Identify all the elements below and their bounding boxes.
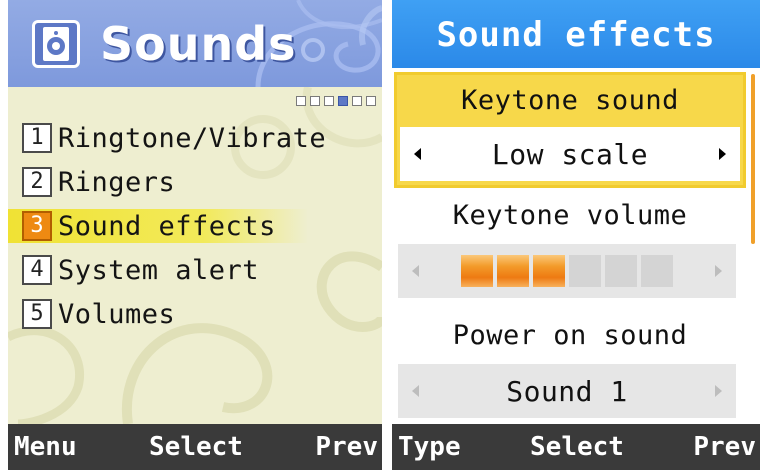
type-softkey[interactable]: Type [398,432,461,462]
setting-label: Keytone sound [461,85,679,116]
keytone-sound-setting[interactable]: Keytone sound Low scale [394,72,746,188]
page-dot [324,96,334,106]
page-dot [366,96,376,106]
arrow-left-icon[interactable] [414,148,421,160]
menu-item-label: Sound effects [58,210,276,242]
menu-item-volumes[interactable]: 5 Volumes [20,292,382,336]
keytone-volume-slider[interactable] [398,244,736,298]
menu-item-system-alert[interactable]: 4 System alert [20,248,382,292]
menu-item-number: 2 [22,167,52,197]
page-dot-active [338,96,348,106]
volume-level-bar [461,255,673,287]
volume-segment-empty [641,255,673,287]
page-dot [352,96,362,106]
prev-softkey[interactable]: Prev [315,432,378,462]
phone-screens: Sounds 1 Ringtone/Vibrate 2 Ringers 3 So… [0,0,760,470]
sound-effects-screen: Sound effects Keytone sound Low scale Ke… [392,0,760,470]
volume-segment-empty [605,255,637,287]
arrow-right-icon[interactable] [715,265,722,277]
menu-item-number: 3 [22,211,52,241]
setting-label: Power on sound [452,320,688,351]
setting-value: Low scale [491,137,649,171]
menu-item-sound-effects[interactable]: 3 Sound effects [8,204,382,248]
select-softkey[interactable]: Select [530,432,624,462]
menu-item-number: 5 [22,299,52,329]
keytone-sound-selector[interactable]: Low scale [400,127,740,181]
menu-item-ringtone-vibrate[interactable]: 1 Ringtone/Vibrate [20,116,382,160]
menu-item-label: Ringtone/Vibrate [58,122,327,154]
softkey-bar: Type Select Prev [392,424,760,470]
menu-item-number: 4 [22,255,52,285]
power-on-sound-selector[interactable]: Sound 1 [398,364,736,418]
menu-item-label: Ringers [58,166,176,198]
sounds-menu-list: 1 Ringtone/Vibrate 2 Ringers 3 Sound eff… [8,116,382,336]
scrollbar-thumb[interactable] [751,74,755,244]
page-title: Sounds [100,17,297,71]
menu-item-number: 1 [22,123,52,153]
arrow-right-icon[interactable] [719,148,726,160]
power-on-sound-setting[interactable]: Power on sound Sound 1 [394,312,746,424]
prev-softkey[interactable]: Prev [693,432,756,462]
volume-segment-filled [533,255,565,287]
menu-item-label: Volumes [58,298,176,330]
volume-segment-filled [497,255,529,287]
setting-value: Sound 1 [506,374,628,408]
settings-list: Keytone sound Low scale Keytone volume P… [392,68,760,424]
select-softkey[interactable]: Select [149,432,243,462]
keytone-volume-setting[interactable]: Keytone volume [394,192,746,304]
menu-softkey[interactable]: Menu [14,432,77,462]
arrow-left-icon[interactable] [412,265,419,277]
arrow-right-icon[interactable] [715,385,722,397]
sounds-menu-screen: Sounds 1 Ringtone/Vibrate 2 Ringers 3 So… [8,0,382,470]
page-indicator [296,96,376,106]
menu-item-label: System alert [58,254,260,286]
setting-label: Keytone volume [452,200,688,231]
sounds-header: Sounds [8,0,382,87]
volume-segment-empty [569,255,601,287]
page-dot [296,96,306,106]
softkey-bar: Menu Select Prev [8,424,382,470]
page-dot [310,96,320,106]
arrow-left-icon[interactable] [412,385,419,397]
volume-segment-filled [461,255,493,287]
speaker-icon [32,20,80,68]
page-title: Sound effects [392,0,760,68]
menu-item-ringers[interactable]: 2 Ringers [20,160,382,204]
